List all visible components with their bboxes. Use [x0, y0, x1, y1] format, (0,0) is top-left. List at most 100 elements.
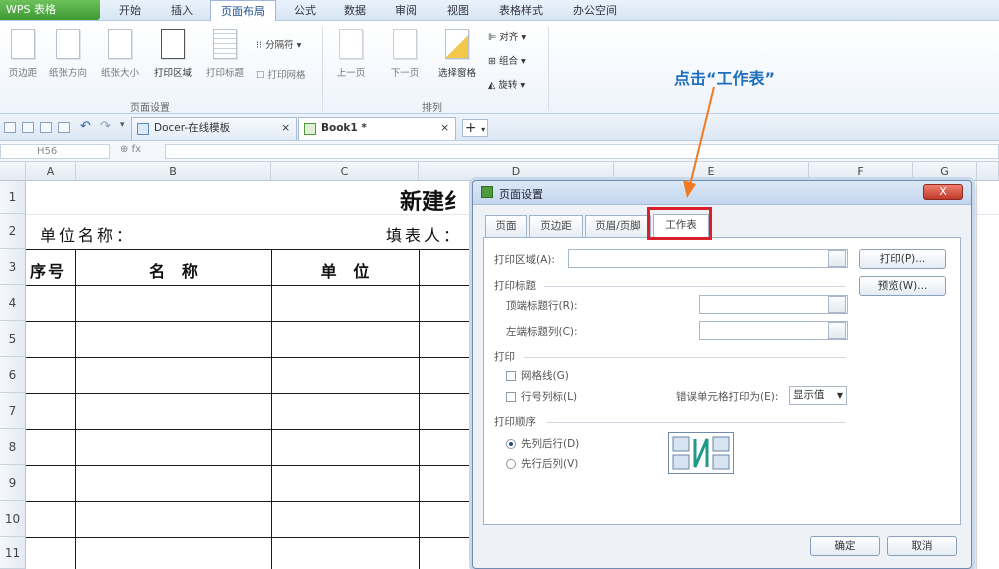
error-cells-select[interactable]: 显示值▼ — [789, 386, 847, 405]
print-preview-icon[interactable] — [58, 122, 70, 133]
tab-office-space[interactable]: 办公空间 — [562, 0, 628, 21]
row-header[interactable]: 6 — [0, 357, 26, 393]
column-header[interactable]: C — [271, 162, 419, 181]
name-box[interactable]: H56 — [0, 144, 110, 159]
doc-tab-docer-label: Docer-在线模板 — [154, 122, 230, 134]
tab-margins[interactable]: 页边距 — [529, 215, 583, 237]
next-page-label: 下一页 — [391, 68, 420, 79]
column-header[interactable]: D — [419, 162, 614, 181]
margins-button[interactable]: 页边距 — [2, 29, 44, 79]
row-header[interactable]: 11 — [0, 537, 26, 569]
tab-review[interactable]: 审阅 — [384, 0, 428, 21]
rotate-button[interactable]: ◭ 旋转 ▾ — [488, 77, 525, 91]
error-cells-label: 错误单元格打印为(E): — [676, 389, 778, 404]
row-header[interactable]: 7 — [0, 393, 26, 429]
close-icon[interactable]: X — [923, 184, 963, 200]
selection-pane-icon — [445, 29, 469, 59]
dialog-title-bar[interactable]: 页面设置 X — [473, 181, 971, 205]
previous-page-label: 上一页 — [337, 68, 366, 79]
align-button[interactable]: ⊫ 对齐 ▾ — [488, 29, 526, 43]
paper-size-button[interactable]: 纸张大小 — [99, 29, 141, 79]
tab-data[interactable]: 数据 — [333, 0, 377, 21]
cancel-button[interactable]: 取消 — [887, 536, 957, 556]
header-unit-cell[interactable]: 单 位 — [271, 258, 419, 282]
doc-tab-book1-label: Book1 * — [321, 122, 367, 134]
top-rows-input[interactable] — [699, 295, 848, 314]
unit-name-label-cell[interactable]: 单位名称： — [40, 222, 135, 246]
tab-insert[interactable]: 插入 — [160, 0, 204, 21]
group-label-page-setup: 页面设置 — [130, 99, 170, 114]
print-icon[interactable] — [40, 122, 52, 133]
sheet-tab-panel: 打印区域(A): 打印(P)... 预览(W)... 打印标题 顶端标题行(R)… — [483, 237, 961, 525]
tab-table-style[interactable]: 表格样式 — [488, 0, 554, 21]
open-icon[interactable] — [4, 122, 16, 133]
column-header[interactable]: B — [76, 162, 271, 181]
order-down-over-radio[interactable] — [506, 439, 516, 449]
quick-access-toolbar: ↶ ↷ ▾ Docer-在线模板 × Book1 * × + ▾ — [0, 114, 999, 141]
spreadsheet-icon — [304, 123, 316, 135]
undo-icon[interactable]: ↶ — [80, 119, 91, 134]
table-border — [26, 429, 472, 430]
group-button[interactable]: ⊞ 组合 ▾ — [488, 53, 526, 67]
print-area-label: 打印区域 — [154, 68, 192, 79]
selection-pane-button[interactable]: 选择窗格 — [436, 29, 478, 79]
row-header[interactable]: 9 — [0, 465, 26, 501]
print-gridlines-checkbox[interactable]: ☐ 打印网格 — [256, 67, 306, 81]
filler-label-cell[interactable]: 填表人： — [386, 222, 462, 246]
wps-menu-button[interactable]: WPS 表格 — [0, 0, 100, 20]
group-label-arrange: 排列 — [422, 99, 442, 114]
range-picker-icon[interactable] — [828, 322, 846, 339]
orientation-button[interactable]: 纸张方向 — [47, 29, 89, 79]
select-all-corner[interactable] — [0, 162, 26, 181]
tab-page[interactable]: 页面 — [485, 215, 527, 237]
print-titles-button[interactable]: 打印标题 — [204, 29, 246, 79]
close-tab-icon[interactable]: × — [440, 118, 449, 139]
print-area-button[interactable]: 打印区域 — [152, 29, 194, 79]
tab-view[interactable]: 视图 — [436, 0, 480, 21]
sheet-title-cell[interactable]: 新建纟 — [400, 184, 466, 216]
close-tab-icon[interactable]: × — [281, 118, 290, 139]
tab-page-layout[interactable]: 页面布局 — [210, 0, 276, 21]
row-header[interactable]: 4 — [0, 285, 26, 321]
previous-page-button[interactable]: 上一页 — [330, 29, 372, 79]
save-icon[interactable] — [22, 122, 34, 133]
row-col-headers-checkbox[interactable] — [506, 392, 516, 402]
row-header[interactable]: 8 — [0, 429, 26, 465]
new-tab-button[interactable]: + ▾ — [462, 119, 488, 137]
tab-home[interactable]: 开始 — [108, 0, 152, 21]
range-picker-icon[interactable] — [828, 250, 846, 267]
tab-header-footer[interactable]: 页眉/页脚 — [585, 215, 651, 237]
tab-formulas[interactable]: 公式 — [283, 0, 327, 21]
row-header[interactable]: 3 — [0, 249, 26, 285]
orientation-icon — [56, 29, 80, 59]
left-cols-input[interactable] — [699, 321, 848, 340]
order-over-down-radio[interactable] — [506, 459, 516, 469]
redo-icon[interactable]: ↷ — [100, 119, 111, 134]
row-header[interactable]: 1 — [0, 181, 26, 214]
order-section: 打印顺序 — [494, 414, 536, 429]
gridlines-checkbox[interactable] — [506, 371, 516, 381]
row-header[interactable]: 5 — [0, 321, 26, 357]
column-header[interactable]: A — [26, 162, 76, 181]
next-page-button[interactable]: 下一页 — [384, 29, 426, 79]
range-picker-icon[interactable] — [828, 296, 846, 313]
column-header[interactable]: F — [809, 162, 913, 181]
row-header[interactable]: 10 — [0, 501, 26, 537]
column-header[interactable] — [977, 162, 999, 181]
row-header[interactable]: 2 — [0, 214, 26, 249]
preview-button[interactable]: 预览(W)... — [859, 276, 946, 296]
doc-tab-docer[interactable]: Docer-在线模板 × — [131, 117, 297, 140]
print-area-input[interactable] — [568, 249, 848, 268]
annotation-highlight-box — [647, 207, 712, 240]
formula-input[interactable] — [165, 144, 999, 159]
header-seq-cell[interactable]: 序号 — [30, 258, 66, 282]
ok-button[interactable]: 确定 — [810, 536, 880, 556]
print-button[interactable]: 打印(P)... — [859, 249, 946, 269]
header-name-cell[interactable]: 名 称 — [76, 258, 271, 282]
fx-icon[interactable]: fx — [132, 144, 141, 155]
order-down-over-label: 先列后行(D) — [521, 436, 579, 451]
customize-qat-icon[interactable]: ▾ — [120, 120, 125, 130]
column-header[interactable]: G — [913, 162, 977, 181]
page-break-button[interactable]: ⁝⁝ 分隔符 ▾ — [256, 37, 301, 51]
doc-tab-book1[interactable]: Book1 * × — [298, 117, 456, 140]
